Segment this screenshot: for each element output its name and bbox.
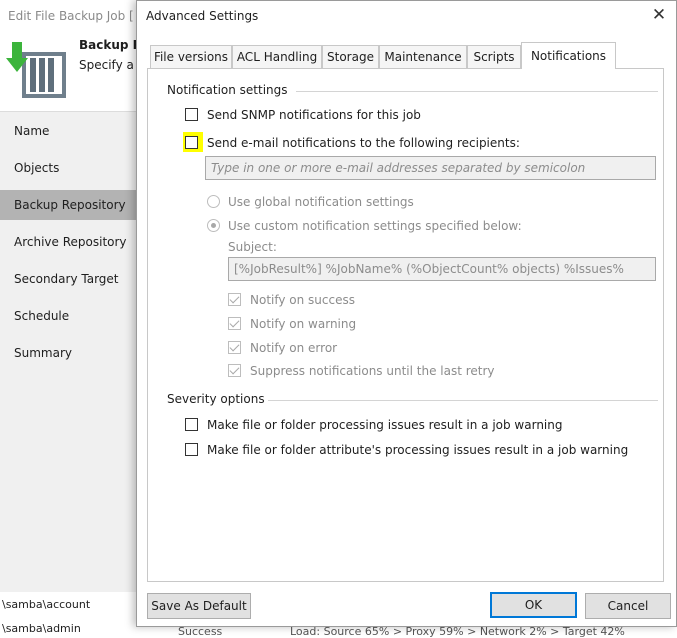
subject-input[interactable]: [%JobResult%] %JobName% (%ObjectCount% o…: [228, 257, 656, 281]
severity-options-heading: Severity options: [167, 392, 265, 406]
divider: [296, 91, 658, 92]
attribute-issues-checkbox[interactable]: [185, 443, 198, 456]
notify-success-checkbox[interactable]: [228, 293, 241, 306]
tab-storage[interactable]: Storage: [322, 45, 379, 68]
tab-acl-handling[interactable]: ACL Handling: [232, 45, 322, 68]
use-custom-label: Use custom notification settings specifi…: [228, 219, 522, 233]
notification-settings-heading: Notification settings: [167, 83, 288, 97]
snmp-checkbox[interactable]: [185, 108, 198, 121]
tab-scripts[interactable]: Scripts: [467, 45, 521, 68]
nav-item-schedule[interactable]: Schedule: [0, 301, 137, 331]
nav-item-name[interactable]: Name: [0, 116, 137, 146]
cancel-button[interactable]: Cancel: [585, 593, 671, 619]
notifications-panel: Notification settings Send SNMP notifica…: [147, 68, 664, 582]
nav-item-objects[interactable]: Objects: [0, 153, 137, 183]
nav-item-summary[interactable]: Summary: [0, 338, 137, 368]
ok-button[interactable]: OK: [490, 592, 577, 618]
advanced-settings-dialog: Advanced Settings ✕ File versions ACL Ha…: [136, 0, 677, 627]
notify-warning-checkbox[interactable]: [228, 317, 241, 330]
wizard-nav: Name Objects Backup Repository Archive R…: [0, 111, 137, 592]
use-global-radio[interactable]: [207, 195, 220, 208]
use-global-label: Use global notification settings: [228, 195, 414, 209]
list-item: \samba\account: [2, 598, 91, 611]
save-as-default-button[interactable]: Save As Default: [147, 593, 251, 619]
email-recipients-input[interactable]: Type in one or more e-mail addresses sep…: [205, 156, 656, 180]
notify-error-label: Notify on error: [250, 341, 338, 355]
processing-issues-label: Make file or folder processing issues re…: [207, 418, 563, 432]
notify-warning-label: Notify on warning: [250, 317, 357, 331]
dialog-title: Advanced Settings: [146, 9, 259, 23]
nav-item-backup-repository[interactable]: Backup Repository: [0, 190, 137, 220]
tab-file-versions[interactable]: File versions: [150, 45, 232, 68]
notify-error-checkbox[interactable]: [228, 341, 241, 354]
email-row[interactable]: Send e-mail notifications to the followi…: [183, 132, 520, 153]
snmp-label: Send SNMP notifications for this job: [207, 108, 421, 122]
wizard-step-title: Backup R: [79, 38, 142, 52]
divider: [268, 400, 658, 401]
backup-job-icon: [6, 42, 66, 98]
list-item: \samba\admin: [2, 622, 81, 635]
tab-maintenance[interactable]: Maintenance: [379, 45, 467, 68]
email-checkbox[interactable]: [185, 136, 198, 149]
nav-item-archive-repository[interactable]: Archive Repository: [0, 227, 137, 257]
processing-issues-checkbox[interactable]: [185, 418, 198, 431]
suppress-checkbox[interactable]: [228, 364, 241, 377]
use-custom-radio[interactable]: [207, 219, 220, 232]
nav-item-secondary-target[interactable]: Secondary Target: [0, 264, 137, 294]
window-title: Edit File Backup Job [: [8, 9, 134, 23]
notify-success-label: Notify on success: [250, 293, 355, 307]
attribute-issues-label: Make file or folder attribute's processi…: [207, 443, 629, 457]
subject-label: Subject:: [228, 240, 277, 254]
tab-notifications[interactable]: Notifications: [521, 42, 616, 69]
close-icon[interactable]: ✕: [648, 4, 670, 26]
wizard-step-subtitle: Specify a: [79, 58, 134, 72]
email-label: Send e-mail notifications to the followi…: [207, 136, 520, 150]
suppress-label: Suppress notifications until the last re…: [250, 364, 495, 378]
